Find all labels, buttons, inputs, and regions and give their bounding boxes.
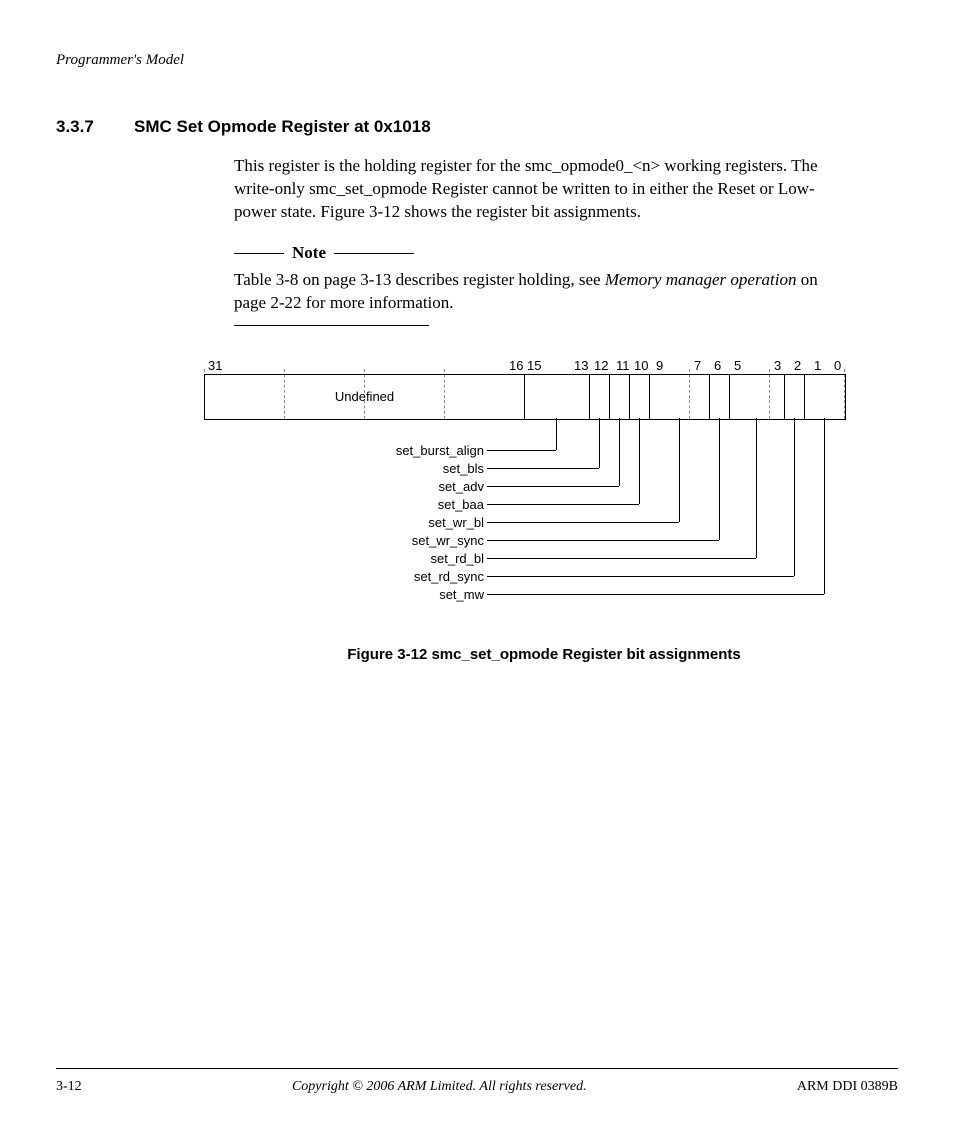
callout-line — [556, 418, 557, 450]
reg-field — [730, 375, 785, 419]
footer-doc-id: ARM DDI 0389B — [797, 1079, 898, 1095]
reg-field-undefined: Undefined — [205, 375, 525, 419]
note-header: Note — [234, 242, 854, 265]
field-label: set_rd_sync — [304, 569, 484, 584]
bit-label: 5 — [734, 358, 741, 373]
reg-field — [630, 375, 650, 419]
section-title: SMC Set Opmode Register at 0x1018 — [134, 117, 431, 137]
bit-label: 10 — [634, 358, 648, 373]
figure-caption: Figure 3-12 smc_set_opmode Register bit … — [234, 646, 854, 663]
callout-line — [487, 468, 599, 469]
field-label: set_wr_bl — [304, 515, 484, 530]
register-diagram: 31 16 15 13 12 11 10 9 7 6 5 3 2 1 0 Und… — [204, 358, 894, 628]
bit-label: 3 — [774, 358, 781, 373]
field-label: set_rd_bl — [304, 551, 484, 566]
callout-line — [599, 418, 600, 468]
paragraph: This register is the holding register fo… — [234, 155, 854, 224]
callout-line — [487, 576, 794, 577]
note-label: Note — [292, 242, 326, 265]
page: Programmer's Model 3.3.7 SMC Set Opmode … — [0, 0, 954, 1145]
callout-line — [679, 418, 680, 522]
section-heading: 3.3.7 SMC Set Opmode Register at 0x1018 — [56, 117, 898, 137]
reg-field — [650, 375, 710, 419]
register-box: Undefined — [204, 374, 846, 420]
reg-field — [785, 375, 805, 419]
callout-line — [487, 504, 639, 505]
field-label: set_adv — [304, 479, 484, 494]
bit-label: 11 — [616, 358, 630, 373]
footer-copyright: Copyright © 2006 ARM Limited. All rights… — [292, 1079, 587, 1095]
bit-label: 15 — [527, 358, 541, 373]
note-end-rule — [234, 325, 429, 326]
callout-line — [639, 418, 640, 504]
callout-line — [794, 418, 795, 576]
field-label: set_wr_sync — [304, 533, 484, 548]
callout-line — [719, 418, 720, 540]
callout-line — [487, 594, 824, 595]
bit-label: 0 — [834, 358, 841, 373]
reg-field — [525, 375, 590, 419]
callout-line — [756, 418, 757, 558]
reg-field — [610, 375, 630, 419]
footer-rule — [56, 1068, 898, 1069]
reg-field — [710, 375, 730, 419]
bit-label: 2 — [794, 358, 801, 373]
callout-line — [619, 418, 620, 486]
bit-label: 13 — [574, 358, 588, 373]
bit-label: 9 — [656, 358, 663, 373]
field-label: set_baa — [304, 497, 484, 512]
field-label: set_mw — [304, 587, 484, 602]
bit-label: 31 — [208, 358, 222, 373]
running-header: Programmer's Model — [56, 52, 898, 69]
note-rule-right — [334, 253, 414, 254]
reg-field — [805, 375, 845, 419]
callout-line — [487, 450, 556, 451]
field-label: set_burst_align — [304, 443, 484, 458]
footer-page-number: 3-12 — [56, 1079, 82, 1095]
bit-label: 1 — [814, 358, 821, 373]
reg-field — [590, 375, 610, 419]
note-body: Table 3-8 on page 3-13 describes registe… — [234, 269, 854, 315]
callout-line — [487, 522, 679, 523]
callout-line — [487, 486, 619, 487]
section-number: 3.3.7 — [56, 117, 134, 137]
bit-label: 16 — [509, 358, 523, 373]
note-text-pre: Table 3-8 on page 3-13 describes registe… — [234, 270, 605, 289]
bit-label: 7 — [694, 358, 701, 373]
callout-line — [487, 558, 756, 559]
bit-labels: 31 16 15 13 12 11 10 9 7 6 5 3 2 1 0 — [204, 358, 894, 374]
note-rule-left — [234, 253, 284, 254]
callout-line — [487, 540, 719, 541]
body-column: This register is the holding register fo… — [234, 155, 854, 326]
field-label: set_bls — [304, 461, 484, 476]
callout-line — [824, 418, 825, 594]
page-footer: 3-12 Copyright © 2006 ARM Limited. All r… — [56, 1068, 898, 1095]
bit-label: 12 — [594, 358, 608, 373]
bit-label: 6 — [714, 358, 721, 373]
note-text-em: Memory manager operation — [605, 270, 797, 289]
